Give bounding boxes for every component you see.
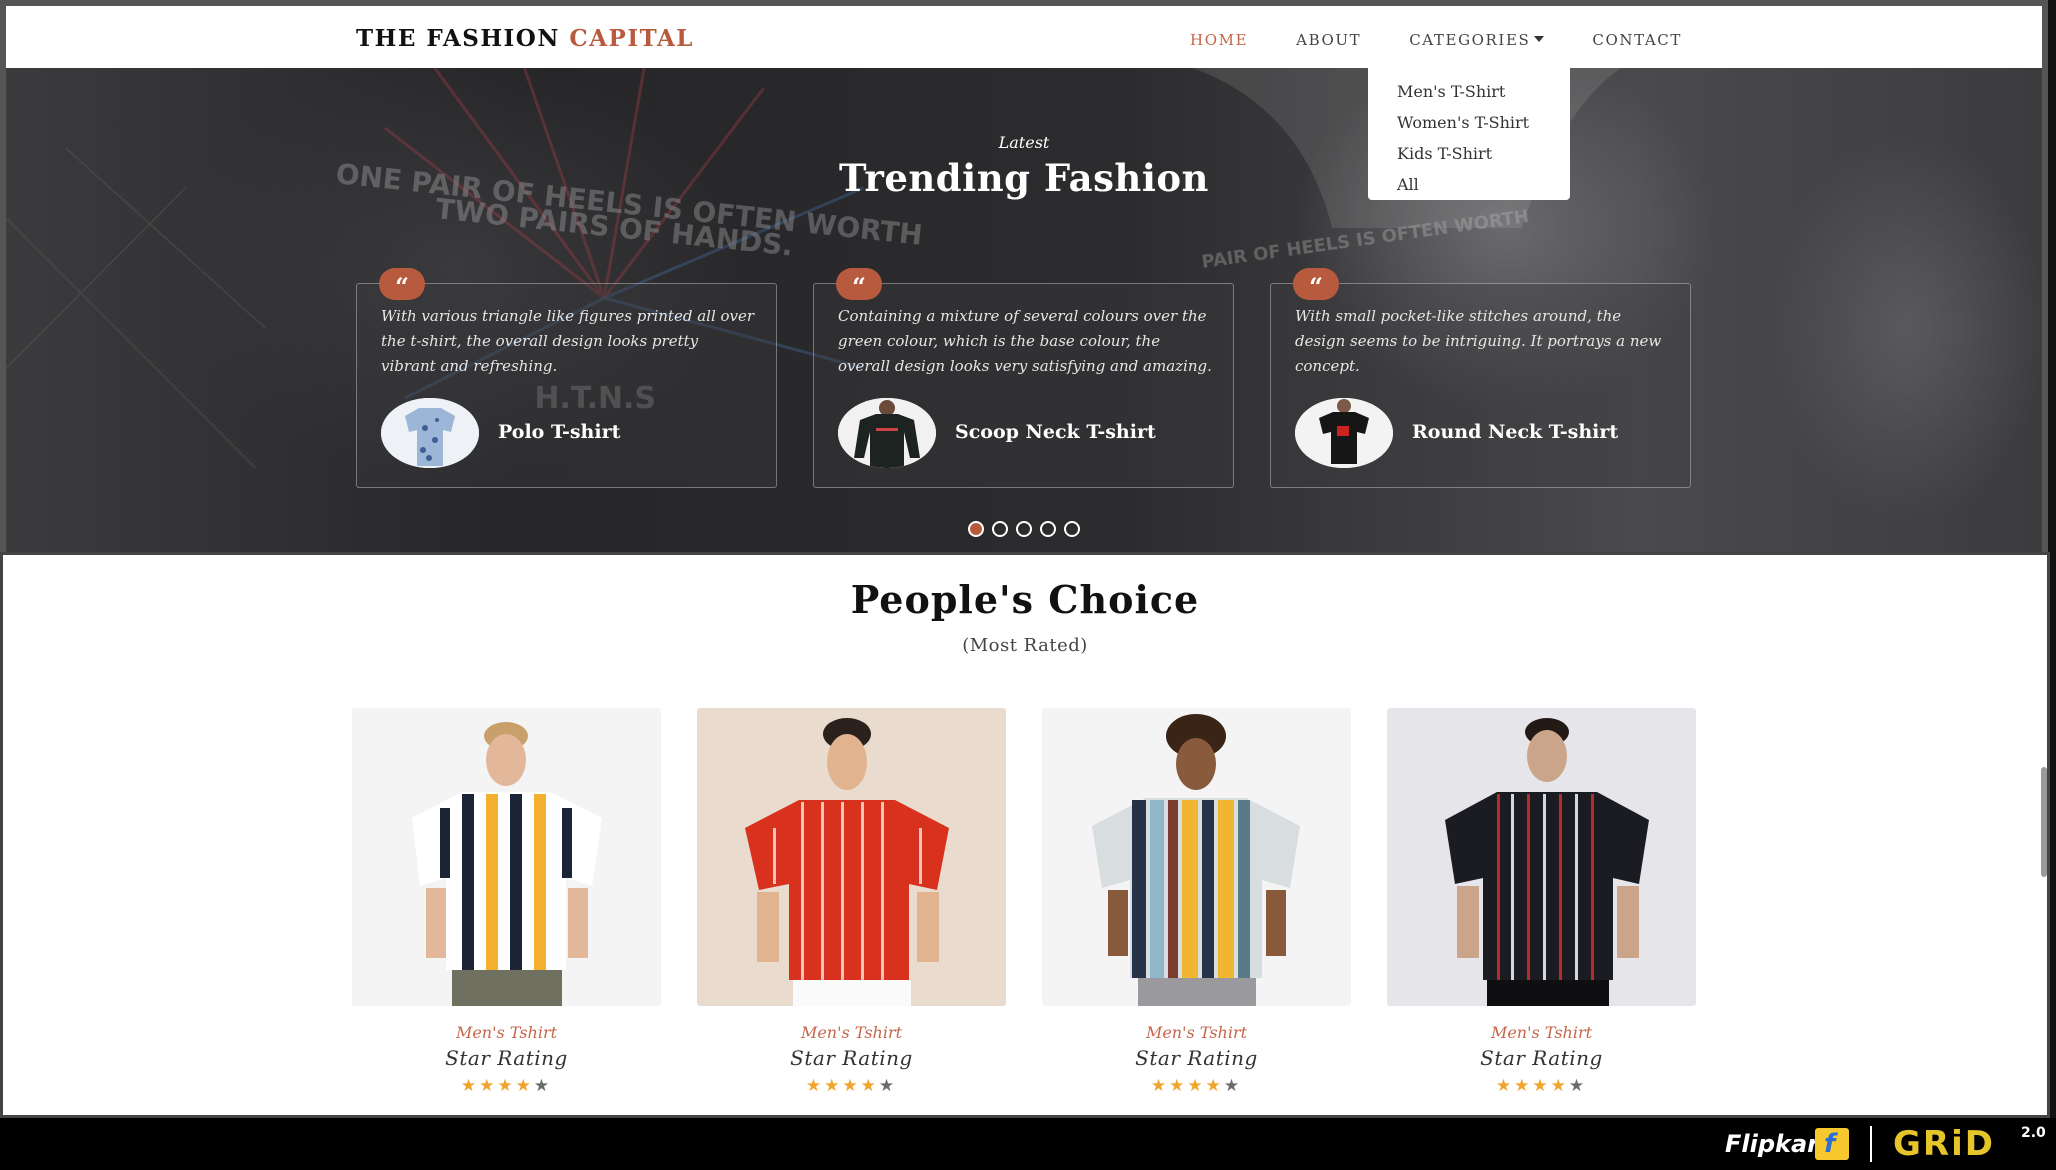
polo-tshirt-thumbnail xyxy=(381,398,479,468)
star-filled-icon: ★ xyxy=(497,1076,516,1096)
product-card[interactable]: Men's Tshirt Star Rating ★★★★★ xyxy=(1042,708,1351,1096)
star-filled-icon: ★ xyxy=(1187,1076,1206,1096)
quote-icon: “ xyxy=(1293,268,1339,301)
product-image[interactable] xyxy=(1387,708,1696,1006)
brand-main: THE FASHION xyxy=(356,25,560,52)
product-image[interactable] xyxy=(352,708,661,1006)
star-filled-icon: ★ xyxy=(1550,1076,1569,1096)
sponsor-bar: Flipkart GRiD 2.0 xyxy=(0,1118,2056,1170)
star-rating: ★★★★★ xyxy=(1042,1076,1351,1096)
star-filled-icon: ★ xyxy=(1150,1076,1170,1096)
star-filled-icon: ★ xyxy=(1205,1076,1224,1096)
dropdown-item-womens[interactable]: Women's T-Shirt xyxy=(1368,107,1570,138)
card-title: Polo T-shirt xyxy=(498,421,621,443)
product-card[interactable]: Men's Tshirt Star Rating ★★★★★ xyxy=(1387,708,1696,1096)
quote-icon: “ xyxy=(379,268,425,301)
star-empty-icon: ★ xyxy=(533,1076,553,1096)
product-rating-label: Star Rating xyxy=(1135,1046,1258,1070)
hero-window: THE FASHION CAPITAL HOME ABOUT CATEGORIE… xyxy=(0,0,2048,556)
product-card[interactable]: Men's Tshirt Star Rating ★★★★★ xyxy=(352,708,661,1096)
dropdown-item-all[interactable]: All xyxy=(1368,169,1570,200)
scoop-neck-tshirt-thumbnail xyxy=(838,398,936,468)
star-empty-icon: ★ xyxy=(1568,1076,1588,1096)
testimonial-card: “ With small pocket-like stitches around… xyxy=(1270,268,1691,488)
testimonial-card: “ Containing a mixture of several colour… xyxy=(813,268,1234,488)
dropdown-item-mens[interactable]: Men's T-Shirt xyxy=(1368,76,1570,107)
round-neck-tshirt-thumbnail xyxy=(1295,398,1393,468)
testimonial-cards: “ With various triangle like figures pri… xyxy=(356,268,1691,488)
star-filled-icon: ★ xyxy=(860,1076,879,1096)
star-filled-icon: ★ xyxy=(1495,1076,1515,1096)
carousel-dot[interactable] xyxy=(1064,521,1080,537)
page-scrollbar[interactable] xyxy=(2041,767,2047,877)
product-grid: Men's Tshirt Star Rating ★★★★★ Men's Tsh… xyxy=(352,708,1696,1096)
card-title: Scoop Neck T-shirt xyxy=(955,421,1156,443)
nav-about[interactable]: ABOUT xyxy=(1296,31,1361,49)
product-category: Men's Tshirt xyxy=(800,1023,903,1042)
peoples-choice-section: People's Choice (Most Rated) Men's Tshir… xyxy=(0,552,2050,1118)
navbar: THE FASHION CAPITAL HOME ABOUT CATEGORIE… xyxy=(6,6,2042,68)
quote-icon: “ xyxy=(836,268,882,301)
carousel-dot[interactable] xyxy=(1040,521,1056,537)
card-description: Containing a mixture of several colours … xyxy=(838,307,1212,375)
grid-logo: GRiD xyxy=(1893,1124,1995,1164)
star-filled-icon: ★ xyxy=(824,1076,843,1096)
product-image[interactable] xyxy=(1042,708,1351,1006)
star-filled-icon: ★ xyxy=(515,1076,534,1096)
nav-home[interactable]: HOME xyxy=(1190,31,1248,49)
product-rating-label: Star Rating xyxy=(1480,1046,1603,1070)
product-rating-label: Star Rating xyxy=(790,1046,913,1070)
star-empty-icon: ★ xyxy=(878,1076,898,1096)
star-filled-icon: ★ xyxy=(1514,1076,1533,1096)
star-filled-icon: ★ xyxy=(1169,1076,1188,1096)
nav-categories[interactable]: CATEGORIES xyxy=(1409,31,1545,49)
brand-accent: CAPITAL xyxy=(569,25,694,52)
nav-categories-label: CATEGORIES xyxy=(1409,31,1531,49)
grid-version: 2.0 xyxy=(2021,1125,2046,1141)
card-title: Round Neck T-shirt xyxy=(1412,421,1619,443)
star-filled-icon: ★ xyxy=(805,1076,825,1096)
hero-kicker: Latest xyxy=(998,133,1050,152)
product-image[interactable] xyxy=(697,708,1006,1006)
star-rating: ★★★★★ xyxy=(1387,1076,1696,1096)
star-empty-icon: ★ xyxy=(1223,1076,1243,1096)
star-filled-icon: ★ xyxy=(842,1076,861,1096)
star-filled-icon: ★ xyxy=(1532,1076,1551,1096)
star-rating: ★★★★★ xyxy=(697,1076,1006,1096)
product-rating-label: Star Rating xyxy=(445,1046,568,1070)
star-rating: ★★★★★ xyxy=(352,1076,661,1096)
hero-title: Trending Fashion xyxy=(839,156,1209,200)
divider xyxy=(1870,1126,1872,1162)
categories-dropdown: Men's T-Shirt Women's T-Shirt Kids T-Shi… xyxy=(1368,68,1570,200)
product-category: Men's Tshirt xyxy=(1145,1023,1248,1042)
card-description: With small pocket-like stitches around, … xyxy=(1295,307,1662,375)
star-filled-icon: ★ xyxy=(479,1076,498,1096)
nav-links: HOME ABOUT CATEGORIES CONTACT xyxy=(1190,31,1682,49)
flipkart-bag-icon xyxy=(1815,1128,1849,1160)
site-logo[interactable]: THE FASHION CAPITAL xyxy=(356,25,694,52)
nav-contact[interactable]: CONTACT xyxy=(1592,31,1682,49)
dropdown-item-kids[interactable]: Kids T-Shirt xyxy=(1368,138,1570,169)
section-subtitle: (Most Rated) xyxy=(962,635,1088,656)
testimonial-card: “ With various triangle like figures pri… xyxy=(356,268,777,488)
product-category: Men's Tshirt xyxy=(1490,1023,1593,1042)
carousel-dot[interactable] xyxy=(992,521,1008,537)
hero-carousel: ONE PAIR OF HEELS IS OFTEN WORTH TWO PAI… xyxy=(6,68,2042,556)
caret-down-icon xyxy=(1534,36,1545,42)
section-title: People's Choice xyxy=(850,577,1200,622)
star-filled-icon: ★ xyxy=(460,1076,480,1096)
carousel-indicators xyxy=(968,521,1080,537)
carousel-dot[interactable] xyxy=(1016,521,1032,537)
product-card[interactable]: Men's Tshirt Star Rating ★★★★★ xyxy=(697,708,1006,1096)
card-description: With various triangle like figures print… xyxy=(381,307,755,375)
carousel-dot[interactable] xyxy=(968,521,984,537)
product-category: Men's Tshirt xyxy=(455,1023,558,1042)
